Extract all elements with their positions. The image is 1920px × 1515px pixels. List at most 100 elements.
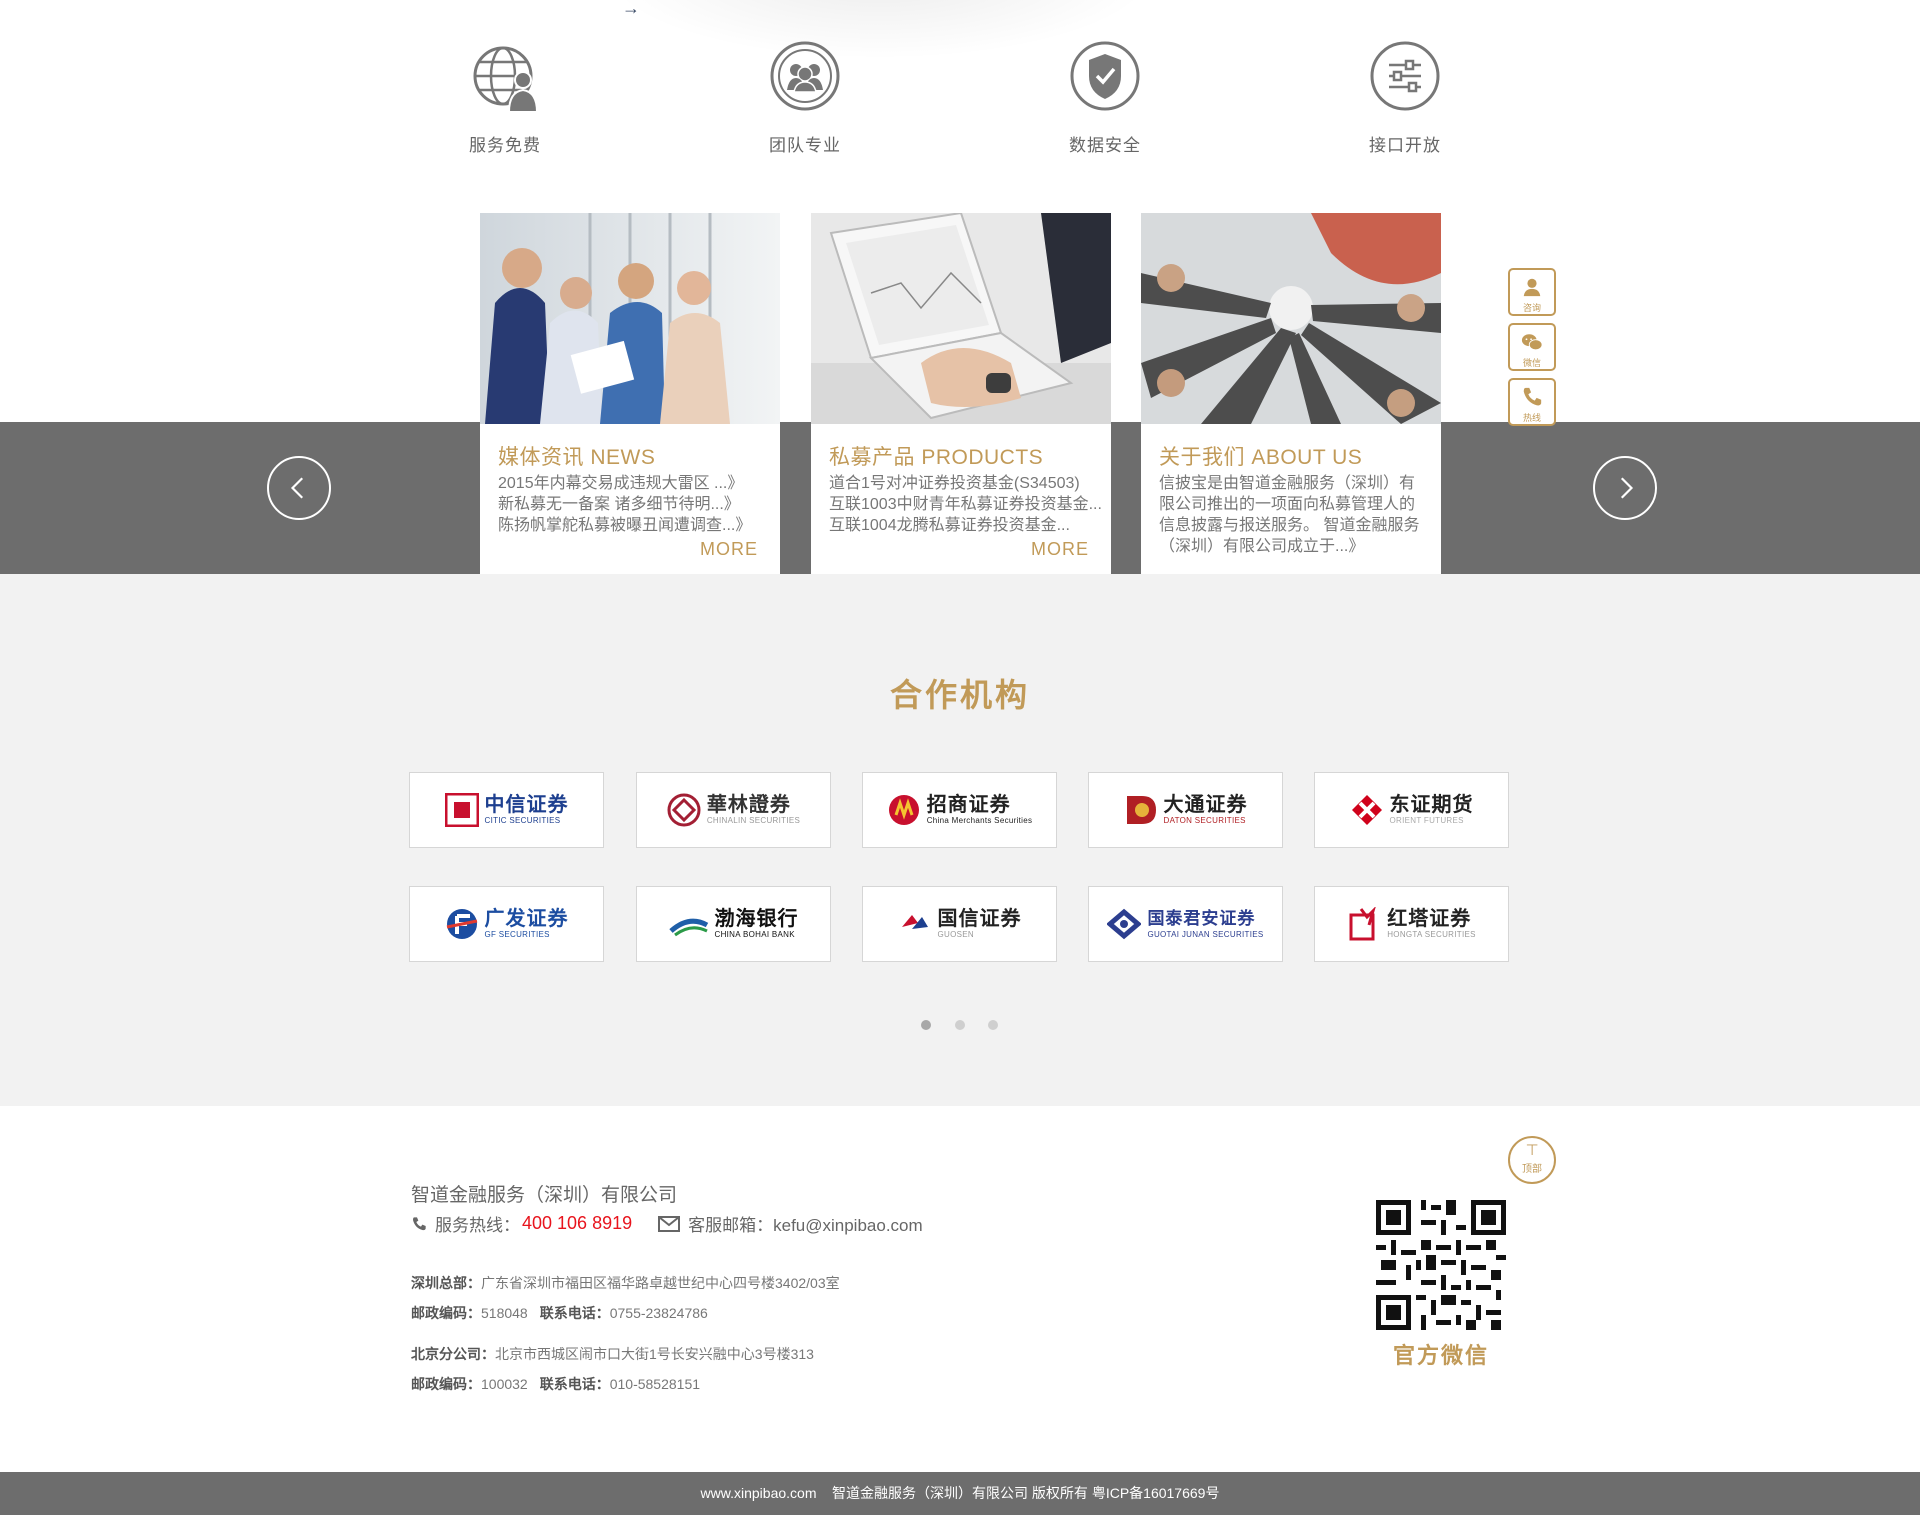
feature-label: 团队专业 (769, 136, 841, 155)
float-wechat-button[interactable]: 微信 (1508, 323, 1556, 371)
news-list: 2015年内幕交易成违规大雷区 ...》 新私募无一备案 诸多细节待明...》 … (498, 473, 774, 536)
feature-open-api: 接口开放 (1325, 40, 1485, 156)
partners-title: 合作机构 (889, 677, 1030, 713)
copyright-bar: www.xinpibao.com 智道金融服务（深圳）有限公司 版权所有 粤IC… (0, 1472, 1920, 1515)
wechat-icon (1521, 334, 1543, 351)
email-text[interactable]: 客服邮箱：kefu@xinpibao.com (688, 1211, 923, 1236)
sz-hq-value: 广东省深圳市福田区福华路卓越世纪中心四号楼3402/03室 (481, 1275, 840, 1291)
laptop-photo (811, 213, 1111, 424)
chevron-left-icon (290, 477, 304, 499)
copyright-text: www.xinpibao.com 智道金融服务（深圳）有限公司 版权所有 粤IC… (700, 1485, 1220, 1501)
pagination-dot-1[interactable] (921, 1020, 931, 1030)
float-label: 热线 (1522, 413, 1541, 423)
partner-en: HONGTA SECURITIES (1387, 930, 1476, 939)
partner-logo-cms[interactable]: 招商证券 China Merchants Securities (862, 772, 1057, 848)
float-hotline-button[interactable]: 热线 (1508, 378, 1556, 426)
partner-name: 招商证券 (926, 794, 1011, 816)
cms-mark-icon (888, 795, 919, 825)
partner-name: 大通证券 (1163, 794, 1248, 816)
gf-mark-icon (446, 909, 477, 939)
orient-mark-icon (1351, 795, 1382, 825)
phone-icon (413, 1216, 426, 1230)
product-link[interactable]: 互联1003中财青年私募证券投资基金... (829, 494, 1105, 515)
partner-logo-guosen[interactable]: 国信证券 GUOSEN (862, 886, 1057, 962)
bohai-mark-icon (668, 918, 708, 937)
citic-mark-icon (444, 793, 479, 827)
partner-en: GUOTAI JUNAN SECURITIES (1147, 930, 1264, 939)
phone-icon (1523, 387, 1542, 406)
qr-label: 官方微信 (1392, 1343, 1489, 1368)
shenzhen-hq-address: 深圳总部：广东省深圳市福田区福华路卓越世纪中心四号楼3402/03室 (411, 1273, 840, 1293)
partner-logo-citic[interactable]: 中信证券 CITIC SECURITIES (409, 772, 604, 848)
about-line[interactable]: （深圳）有限公司成立于...》 (1159, 536, 1435, 557)
guosen-mark-icon (901, 915, 928, 929)
bj-value: 北京市西城区闹市口大街1号长安兴融中心3号楼313 (495, 1346, 814, 1362)
more-link[interactable]: MORE (1031, 539, 1089, 560)
products-card[interactable]: 私募产品 PRODUCTS 道合1号对冲证券投资基金(S34503) 互联100… (811, 213, 1111, 574)
chevron-right-icon (1620, 477, 1634, 499)
company-name: 智道金融服务（深圳）有限公司 (411, 1185, 678, 1206)
beijing-contact: 邮政编码：100032 联系电话：010-58528151 (411, 1374, 700, 1394)
partner-name: 国泰君安证券 (1147, 909, 1256, 928)
news-card[interactable]: 媒体资讯 NEWS 2015年内幕交易成违规大雷区 ...》 新私募无一备案 诸… (480, 213, 780, 574)
about-line: 限公司推出的一项面向私募管理人的 (1159, 496, 1416, 513)
product-list: 道合1号对冲证券投资基金(S34503) 互联1003中财青年私募证券投资基金.… (829, 473, 1105, 536)
bj-zip-value: 100032 (481, 1376, 528, 1392)
partner-logo-daton[interactable]: 大通证券 DATON SECURITIES (1088, 772, 1283, 848)
partner-name: 渤海银行 (714, 908, 799, 930)
mail-icon (658, 1215, 681, 1232)
hotline-number[interactable]: 400 106 8919 (522, 1213, 632, 1234)
pagination-dot-3[interactable] (988, 1020, 998, 1030)
arrow-right-icon[interactable]: → (622, 0, 640, 19)
bj-tel-label: 联系电话： (539, 1376, 610, 1392)
arrow-up-icon: ⊤ (1525, 1142, 1539, 1159)
partner-logo-gtja[interactable]: 国泰君安证券 GUOTAI JUNAN SECURITIES (1088, 886, 1283, 962)
partner-en: GUOSEN (937, 930, 974, 939)
partner-en: CHINALIN SECURITIES (706, 816, 801, 825)
bj-zip-label: 邮政编码： (411, 1376, 481, 1392)
business-team-photo (480, 213, 780, 424)
feature-label: 数据安全 (1069, 136, 1141, 155)
sliders-icon (1370, 41, 1440, 111)
float-consult-button[interactable]: 咨询 (1508, 268, 1556, 316)
feature-label: 接口开放 (1369, 136, 1441, 155)
sz-zip-value: 518048 (481, 1305, 528, 1321)
partner-en: ORIENT FUTURES (1389, 816, 1464, 825)
news-link[interactable]: 新私募无一备案 诸多细节待明...》 (498, 494, 774, 515)
partner-logo-bohai[interactable]: 渤海银行 CHINA BOHAI BANK (636, 886, 831, 962)
partner-en: GF SECURITIES (484, 930, 550, 939)
more-link[interactable]: MORE (700, 539, 758, 560)
news-link[interactable]: 2015年内幕交易成违规大雷区 ...》 (498, 473, 774, 494)
card-title: 媒体资讯 NEWS (498, 446, 656, 469)
about-line: 信息披露与报送服务。 智道金融服务 (1159, 517, 1420, 534)
bj-label: 北京分公司： (411, 1346, 495, 1362)
partner-logo-chinalin[interactable]: 華林證券 CHINALIN SECURITIES (636, 772, 831, 848)
globe-user-icon (473, 46, 539, 113)
partner-en: CHINA BOHAI BANK (714, 930, 795, 939)
feature-free-service: 服务免费 (425, 40, 585, 156)
team-icon (770, 41, 840, 111)
shield-check-icon (1070, 41, 1140, 111)
partner-en: China Merchants Securities (926, 816, 1033, 825)
back-to-top-button[interactable]: ⊤ 顶部 (1508, 1136, 1556, 1184)
partner-logo-gf[interactable]: 广发证券 GF SECURITIES (409, 886, 604, 962)
wechat-qr-code (1376, 1200, 1506, 1330)
product-link[interactable]: 互联1004龙腾私募证券投资基金... (829, 515, 1105, 536)
product-link[interactable]: 道合1号对冲证券投资基金(S34503) (829, 473, 1105, 494)
pagination-dot-2[interactable] (955, 1020, 965, 1030)
feature-professional-team: 团队专业 (725, 40, 885, 156)
partner-logo-orient-futures[interactable]: 东证期货 ORIENT FUTURES (1314, 772, 1509, 848)
hotline-label: 服务热线： (435, 1216, 520, 1235)
about-card[interactable]: 关于我们 ABOUT US 信披宝是由智道金融服务（深圳）有 限公司推出的一项面… (1141, 213, 1441, 574)
card-title: 私募产品 PRODUCTS (829, 446, 1044, 469)
gtja-mark-icon (1107, 908, 1142, 940)
about-text: 信披宝是由智道金融服务（深圳）有 限公司推出的一项面向私募管理人的 信息披露与报… (1159, 473, 1435, 557)
carousel-next-button[interactable] (1593, 456, 1657, 520)
news-link[interactable]: 陈扬帆掌舵私募被曝丑闻遭调查...》 (498, 515, 774, 536)
carousel-prev-button[interactable] (267, 456, 331, 520)
partner-en: DATON SECURITIES (1163, 816, 1246, 825)
back-to-top-label: 顶部 (1522, 1164, 1542, 1175)
partner-name: 華林證券 (706, 794, 791, 816)
beijing-branch-address: 北京分公司：北京市西城区闹市口大街1号长安兴融中心3号楼313 (411, 1344, 814, 1364)
partner-logo-hongta[interactable]: 红塔证券 HONGTA SECURITIES (1314, 886, 1509, 962)
